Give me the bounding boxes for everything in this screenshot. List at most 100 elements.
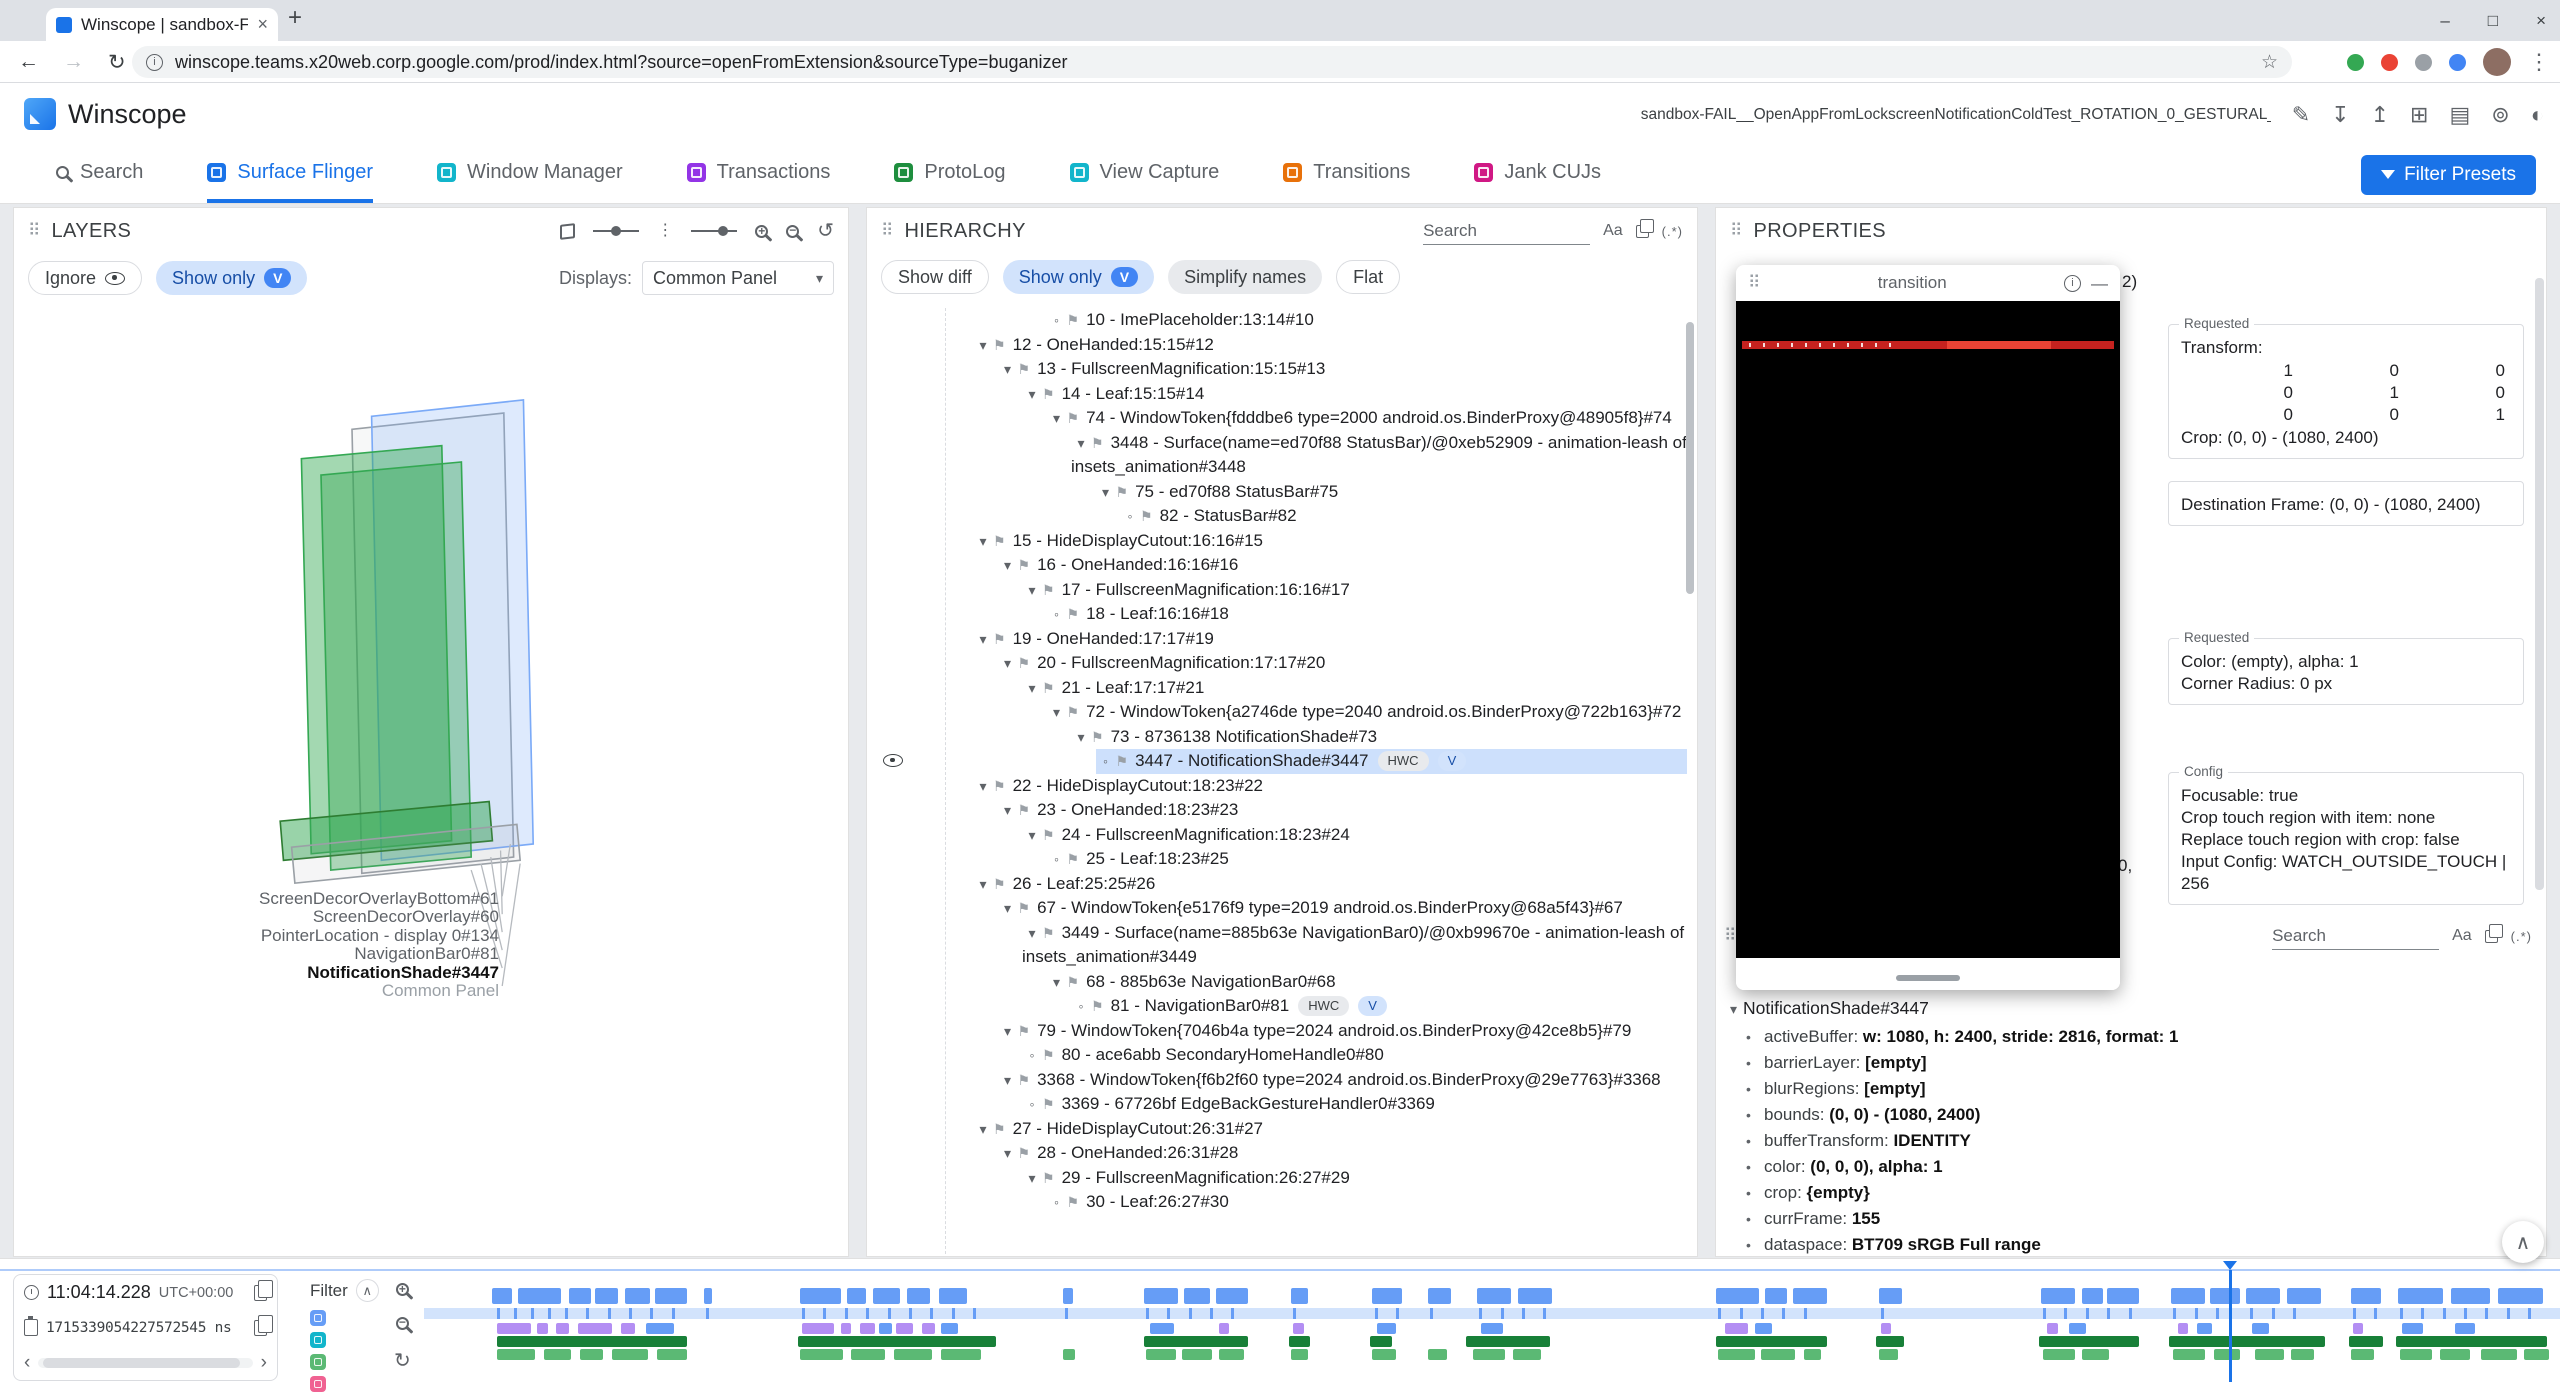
expand-arrow-icon[interactable]: ▾ (973, 333, 993, 358)
hierarchy-filter-simplify-names[interactable]: Simplify names (1168, 260, 1322, 294)
hierarchy-tree-row[interactable]: ◦⚑80 - ace6abb SecondaryHomeHandle0#80 (1022, 1043, 1687, 1068)
pin-icon[interactable]: ⚑ (1018, 1072, 1031, 1088)
regex-icon[interactable]: (.*) (1662, 224, 1683, 239)
pin-icon[interactable]: ⚑ (1018, 1023, 1031, 1039)
hierarchy-tree-row[interactable]: ◦⚑3369 - 67726bf EdgeBackGestureHandler0… (1022, 1092, 1687, 1117)
pin-icon[interactable]: ⚑ (993, 778, 1006, 794)
pin-icon[interactable]: ⚑ (1042, 1047, 1055, 1063)
back-icon[interactable]: ← (18, 50, 39, 74)
window-minimize-icon[interactable]: – (2440, 11, 2449, 31)
show-only-button[interactable]: Show only V (156, 261, 307, 295)
hierarchy-tree-row[interactable]: ▾⚑22 - HideDisplayCutout:18:23#22 (973, 774, 1687, 799)
hierarchy-tree-row[interactable]: ▾⚑23 - OneHanded:18:23#23 (998, 798, 1688, 823)
timeline-position-marker[interactable] (2229, 1270, 2232, 1382)
timestamp-ns[interactable]: 1715339054227572545 ns (46, 1320, 231, 1336)
property-row[interactable]: •bufferTransform: IDENTITY (1746, 1128, 2540, 1154)
properties-search-input[interactable] (2272, 923, 2439, 950)
spacing-slider[interactable] (691, 230, 737, 232)
extension-icon[interactable] (2381, 54, 2398, 71)
pin-icon[interactable]: ⚑ (1042, 827, 1055, 843)
expand-arrow-icon[interactable]: ▾ (1022, 1166, 1042, 1191)
profile-avatar[interactable] (2483, 48, 2511, 76)
hierarchy-tree-row[interactable]: ▾⚑20 - FullscreenMagnification:17:17#20 (998, 651, 1688, 676)
drag-handle-icon[interactable]: ⠿ (881, 221, 893, 241)
pin-icon[interactable]: ⚑ (993, 876, 1006, 892)
hierarchy-tree-row[interactable]: ▾⚑24 - FullscreenMagnification:18:23#24 (1022, 823, 1687, 848)
hierarchy-tree-row[interactable]: ▾⚑19 - OneHanded:17:17#19 (973, 627, 1687, 652)
expand-arrow-icon[interactable]: ▾ (973, 774, 993, 799)
edit-icon[interactable]: ✎ (2292, 104, 2310, 126)
nav-tab-protolog[interactable]: ProtoLog (894, 146, 1005, 203)
hierarchy-tree-row[interactable]: ◦⚑18 - Leaf:16:16#18 (1047, 602, 1688, 627)
hierarchy-tree-row[interactable]: ▾⚑26 - Leaf:25:25#26 (973, 872, 1687, 897)
theme-icon[interactable]: ◐ (2531, 104, 2544, 126)
window-maximize-icon[interactable]: □ (2488, 11, 2498, 31)
reset-view-icon[interactable]: ↺ (817, 221, 834, 241)
hierarchy-tree-row[interactable]: ▾⚑27 - HideDisplayCutout:26:31#27 (973, 1117, 1687, 1142)
pin-icon[interactable]: ⚑ (1042, 1096, 1055, 1112)
apps-icon[interactable]: ⊞ (2410, 104, 2428, 126)
properties-scrollbar[interactable] (2535, 278, 2544, 890)
extension-icon[interactable] (2415, 54, 2432, 71)
hierarchy-tree-row[interactable]: ▾⚑12 - OneHanded:15:15#12 (973, 333, 1687, 358)
pin-icon[interactable]: ⚑ (1067, 410, 1080, 426)
pin-icon[interactable]: ⚑ (1140, 508, 1153, 524)
highlight-matches-icon[interactable] (2485, 930, 2498, 943)
pin-icon[interactable]: ⚑ (1091, 435, 1104, 451)
highlight-matches-icon[interactable] (1636, 225, 1649, 238)
timestamp-human[interactable]: 11:04:14.228 (47, 1282, 151, 1303)
hierarchy-search-input[interactable] (1423, 218, 1590, 245)
filter-presets-button[interactable]: Filter Presets (2361, 155, 2536, 195)
hierarchy-tree-row[interactable]: ▾⚑28 - OneHanded:26:31#28 (998, 1141, 1688, 1166)
protolog-trace-icon[interactable] (310, 1376, 326, 1392)
hierarchy-tree-row[interactable]: ▾⚑29 - FullscreenMagnification:26:27#29 (1022, 1166, 1687, 1191)
hierarchy-tree-row[interactable]: ◦⚑30 - Leaf:26:27#30 (1047, 1190, 1688, 1215)
browser-menu-icon[interactable]: ⋮ (2528, 51, 2550, 73)
timeline-canvas[interactable] (424, 1259, 2560, 1392)
match-case-icon[interactable]: Aa (1603, 222, 1623, 240)
property-row[interactable]: •crop: {empty} (1746, 1180, 2540, 1206)
expand-arrow-icon[interactable]: ▾ (1071, 725, 1091, 750)
pin-icon[interactable]: ⚑ (1116, 753, 1129, 769)
hierarchy-filter-flat[interactable]: Flat (1336, 260, 1400, 294)
pin-icon[interactable]: ⚑ (1018, 1145, 1031, 1161)
expand-arrow-icon[interactable]: ▾ (1047, 406, 1067, 431)
drag-handle-icon[interactable]: ⠿ (28, 221, 40, 241)
new-tab-button[interactable]: + (288, 6, 302, 30)
hierarchy-tree-row[interactable]: ▾⚑13 - FullscreenMagnification:15:15#13 (998, 357, 1688, 382)
tab-close-icon[interactable]: × (257, 14, 268, 35)
pin-icon[interactable]: ⚑ (1067, 606, 1080, 622)
pin-icon[interactable]: ⚑ (1067, 851, 1080, 867)
hierarchy-tree-row[interactable]: ▾⚑3449 - Surface(name=885b63e Navigation… (1022, 921, 1687, 970)
hierarchy-tree-row[interactable]: ▾⚑67 - WindowToken{e5176f9 type=2019 and… (998, 896, 1688, 921)
zoom-out-icon[interactable] (396, 1317, 409, 1330)
copy-icon[interactable] (254, 1285, 267, 1301)
expand-arrow-icon[interactable]: ▾ (1022, 823, 1042, 848)
pin-icon[interactable]: ⚑ (1067, 704, 1080, 720)
overlay-title-bar[interactable]: ⠿ transition i — (1736, 265, 2120, 301)
hierarchy-tree-row[interactable]: ▾⚑15 - HideDisplayCutout:16:16#15 (973, 529, 1687, 554)
pin-icon[interactable]: ⚑ (1042, 925, 1055, 941)
expand-arrow-icon[interactable]: ▾ (1071, 431, 1091, 456)
expand-arrow-icon[interactable]: ▾ (1022, 578, 1042, 603)
pin-icon[interactable]: ⚑ (1018, 900, 1031, 916)
zoom-out-icon[interactable] (786, 225, 799, 238)
bug-report-icon[interactable]: ⊚ (2491, 104, 2509, 126)
layer-label[interactable]: ScreenDecorOverlayBottom#61 (14, 890, 499, 908)
expand-arrow-icon[interactable]: ▾ (998, 1068, 1018, 1093)
hierarchy-tree-row[interactable]: ▾⚑14 - Leaf:15:15#14 (1022, 382, 1687, 407)
layers-3d-canvas[interactable]: ScreenDecorOverlayBottom#61ScreenDecorOv… (14, 302, 848, 1256)
nav-tab-window-manager[interactable]: Window Manager (437, 146, 623, 203)
forward-icon[interactable]: → (63, 50, 84, 74)
nav-tab-transitions[interactable]: Transitions (1283, 146, 1410, 203)
hierarchy-filter-show-diff[interactable]: Show diff (881, 260, 989, 294)
property-row[interactable]: •bounds: (0, 0) - (1080, 2400) (1746, 1102, 2540, 1128)
zoom-in-icon[interactable] (396, 1283, 409, 1296)
property-row[interactable]: •color: (0, 0, 0), alpha: 1 (1746, 1154, 2540, 1180)
transactions-trace-icon[interactable] (310, 1332, 326, 1348)
pin-icon[interactable]: ⚑ (1018, 361, 1031, 377)
expand-arrow-icon[interactable]: ▾ (998, 1019, 1018, 1044)
browser-tab[interactable]: Winscope | sandbox-FAI... × (46, 8, 278, 41)
property-row[interactable]: •barrierLayer: [empty] (1746, 1050, 2540, 1076)
copy-icon[interactable] (254, 1320, 267, 1336)
